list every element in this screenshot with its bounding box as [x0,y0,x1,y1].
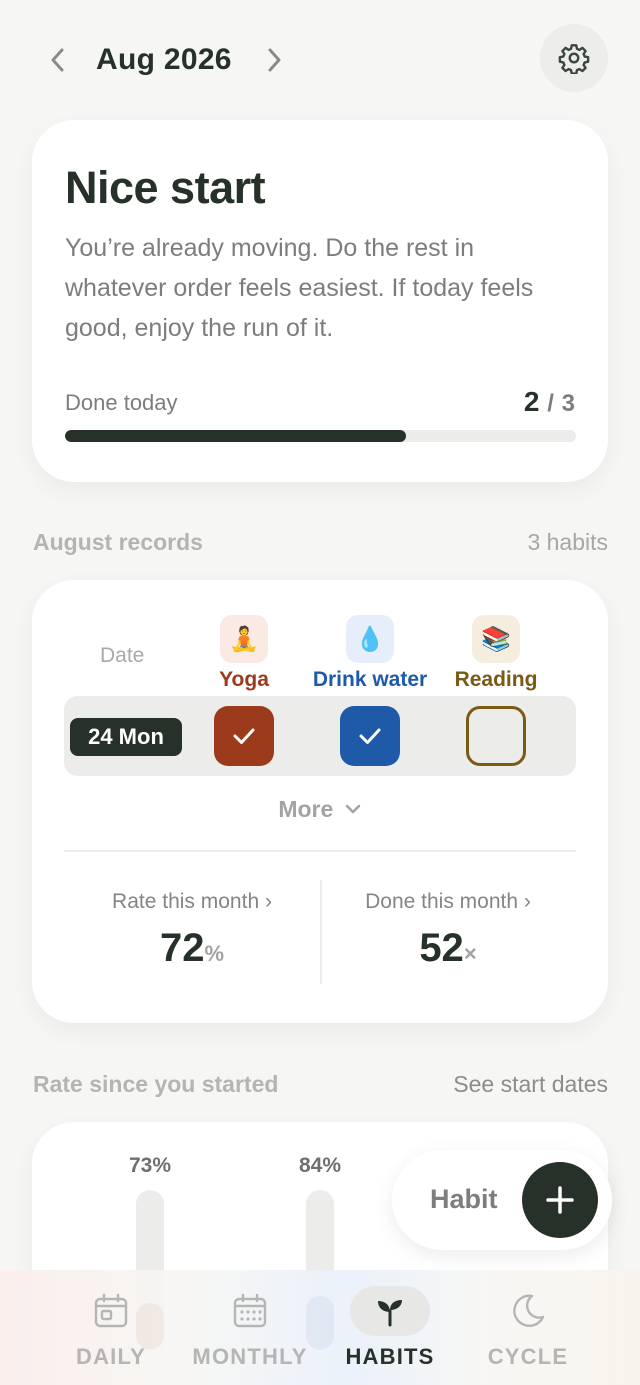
divider [64,850,576,852]
summary-message: You’re already moving. Do the rest in wh… [65,234,534,342]
tab-habits-label: HABITS [345,1344,435,1369]
rate-since-title: Rate since you started [33,1071,279,1097]
habit-name-drink-water: Drink water [312,668,428,691]
water-drop-icon: 💧 [346,615,394,663]
summary-title: Nice start [65,162,266,213]
bar-label: 73% [128,1154,172,1177]
next-month-button[interactable] [256,40,292,80]
bottom-navigation: DAILY MONTHLY HABITS CYCLE [0,1270,640,1385]
tab-daily-label: DAILY [76,1344,146,1369]
habit-column-yoga[interactable]: 🧘 Yoga [174,615,314,692]
habit-name-reading: Reading [454,668,538,691]
gear-icon [558,44,590,74]
done-this-month-label: Done this month › [365,890,531,913]
sprout-icon [350,1286,430,1336]
rate-since-section-header: Rate since you started See start dates [33,1071,608,1098]
chevron-left-icon [51,48,64,72]
calendar-month-icon [210,1286,290,1336]
rate-this-month-value: 72% [159,926,225,970]
calendar-day-icon [71,1286,151,1336]
done-count-total: 3 [561,390,575,417]
add-habit-label: Habit [430,1184,498,1214]
today-summary-card: Nice start You’re already moving. Do the… [32,120,608,482]
habit-count: 3 habits [527,529,608,555]
done-count-separator: / [547,390,554,417]
checkmark-icon [233,728,255,744]
done-today-progress [65,430,576,442]
habit-column-drink-water[interactable]: 💧 Drink water [300,615,440,692]
done-today-label: Done today [65,390,178,415]
done-count-value: 2 [523,386,540,417]
tab-cycle[interactable]: CYCLE [458,1286,598,1370]
done-today-count: 2 / 3 [524,386,575,418]
done-this-month-stat[interactable]: Done this month › 52× [320,890,576,971]
prev-month-button[interactable] [40,40,76,80]
tab-monthly-label: MONTHLY [192,1344,308,1369]
rate-unit: % [204,941,225,966]
rate-this-month-label: Rate this month › [112,890,272,913]
see-start-dates-link[interactable]: See start dates [453,1071,608,1098]
plus-icon [546,1186,574,1214]
chevron-right-icon [268,48,281,72]
more-label: More [278,796,334,822]
top-bar: Aug 2026 [0,0,640,120]
moon-icon [488,1286,568,1336]
row-date-badge: 24 Mon [70,718,182,756]
done-unit: × [463,941,477,966]
tab-daily[interactable]: DAILY [41,1286,181,1370]
month-title: Aug 2026 [96,43,232,76]
habit-name-yoga: Yoga [219,668,269,691]
tab-monthly[interactable]: MONTHLY [180,1286,320,1370]
yoga-icon: 🧘 [220,615,268,663]
reading-checkbox[interactable] [466,706,526,766]
settings-button[interactable] [540,24,608,92]
tab-habits[interactable]: HABITS [320,1286,460,1370]
books-icon: 📚 [472,615,520,663]
progress-fill [65,430,406,442]
bar-label: 84% [298,1154,342,1177]
add-habit-button[interactable]: Habit [392,1150,612,1250]
tab-cycle-label: CYCLE [487,1344,569,1369]
date-column-header: Date [100,644,145,667]
add-habit-plus[interactable] [522,1162,598,1238]
drink-water-checkbox[interactable] [340,706,400,766]
monthly-records-card: Date 🧘 Yoga 💧 Drink water 📚 Reading 24 M… [32,580,608,1023]
checkmark-icon [359,728,381,744]
habit-column-reading[interactable]: 📚 Reading [426,615,566,692]
more-button[interactable]: More [32,796,608,823]
records-section-title: August records [33,529,203,555]
chevron-down-icon [345,804,360,814]
done-this-month-value: 52× [419,926,477,970]
rate-this-month-stat[interactable]: Rate this month › 72% [64,890,320,971]
records-section-header: August records 3 habits [33,529,608,556]
yoga-checkbox[interactable] [214,706,274,766]
